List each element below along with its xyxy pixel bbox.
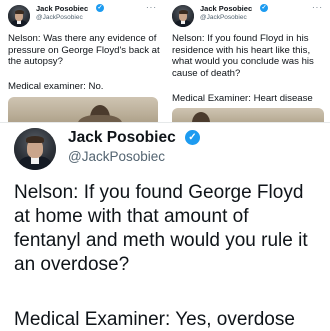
more-icon[interactable]: ···: [146, 3, 157, 12]
author-handle[interactable]: @JackPosobiec: [36, 14, 83, 21]
tweet-answer: Medical Examiner: Yes, overdose: [14, 309, 295, 330]
verified-badge-icon: ✓: [185, 130, 200, 145]
author-name[interactable]: Jack Posobiec: [36, 4, 88, 13]
tweet-card-main[interactable]: Jack Posobiec ✓ @JackPosobiec Nelson: If…: [0, 122, 330, 331]
tweet-text: Nelson: Was there any evidence of pressu…: [8, 33, 160, 67]
author-handle[interactable]: @JackPosobiec: [68, 149, 165, 164]
avatar[interactable]: [14, 128, 56, 170]
tweet-text: Nelson: If you found George Floyd at hom…: [14, 182, 308, 275]
avatar[interactable]: [172, 5, 194, 27]
tweet-answer: Medical examiner: No.: [8, 81, 104, 92]
author-handle[interactable]: @JackPosobiec: [200, 14, 247, 21]
tweet-card-left[interactable]: Jack Posobiec ✓ @JackPosobiec ··· Nelson…: [0, 0, 163, 128]
verified-badge-icon: ✓: [96, 4, 104, 12]
tweet-text: Nelson: If you found Floyd in his reside…: [172, 33, 314, 79]
more-icon[interactable]: ···: [312, 3, 323, 12]
avatar[interactable]: [8, 5, 30, 27]
tweet-card-right[interactable]: Jack Posobiec ✓ @JackPosobiec ··· Nelson…: [167, 0, 330, 128]
tweet-answer: Medical Examiner: Heart disease: [172, 93, 313, 104]
author-name[interactable]: Jack Posobiec: [200, 4, 252, 13]
verified-badge-icon: ✓: [260, 4, 268, 12]
author-name[interactable]: Jack Posobiec: [68, 129, 176, 147]
